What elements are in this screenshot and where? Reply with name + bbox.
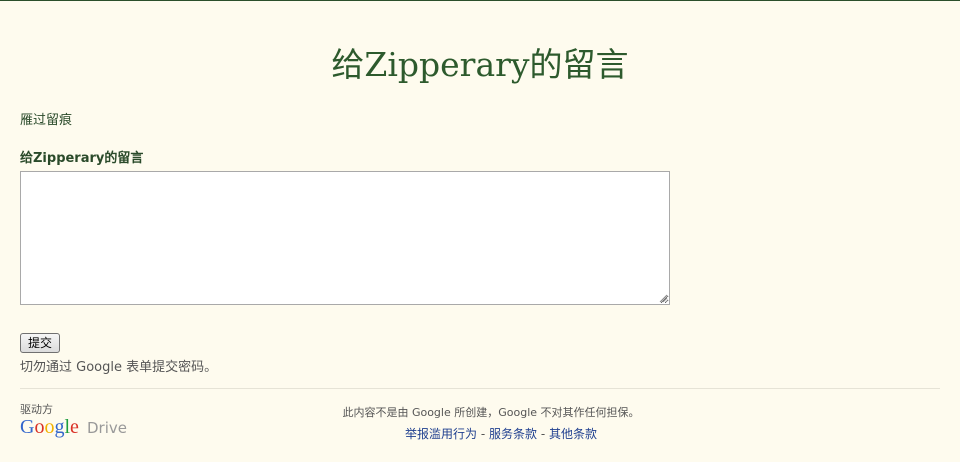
submit-button[interactable]: 提交 [20, 333, 61, 353]
footer-links: 举报滥用行为 - 服务条款 - 其他条款 [320, 425, 682, 442]
footer-divider [20, 388, 940, 389]
report-abuse-link[interactable]: 举报滥用行为 [405, 427, 477, 441]
logo-letter: G [20, 416, 35, 438]
top-border [0, 0, 960, 1]
form-page: 给Zipperary的留言 雁过留痕 给Zipperary的留言 提交 切勿通过… [0, 0, 960, 462]
additional-terms-link[interactable]: 其他条款 [549, 427, 597, 441]
form-title: 给Zipperary的留言 [331, 45, 629, 84]
logo-letter: o [34, 416, 45, 438]
terms-of-service-link[interactable]: 服务条款 [489, 427, 537, 441]
logo-letter: e [70, 416, 79, 438]
password-warning: 切勿通过 Google 表单提交密码。 [20, 360, 218, 375]
question-label: 给Zipperary的留言 [20, 151, 144, 166]
google-disclaimer: 此内容不是由 Google 所创建，Google 不对其作任何担保。 [342, 406, 640, 419]
logo-letter: o [44, 416, 55, 438]
drive-label[interactable]: Drive [87, 419, 127, 437]
link-separator: - [540, 427, 546, 441]
form-description: 雁过留痕 [20, 113, 73, 128]
link-separator: - [480, 427, 486, 441]
google-logo[interactable]: Google [20, 415, 79, 439]
message-textarea[interactable] [20, 171, 670, 305]
logo-letter: g [54, 416, 65, 438]
